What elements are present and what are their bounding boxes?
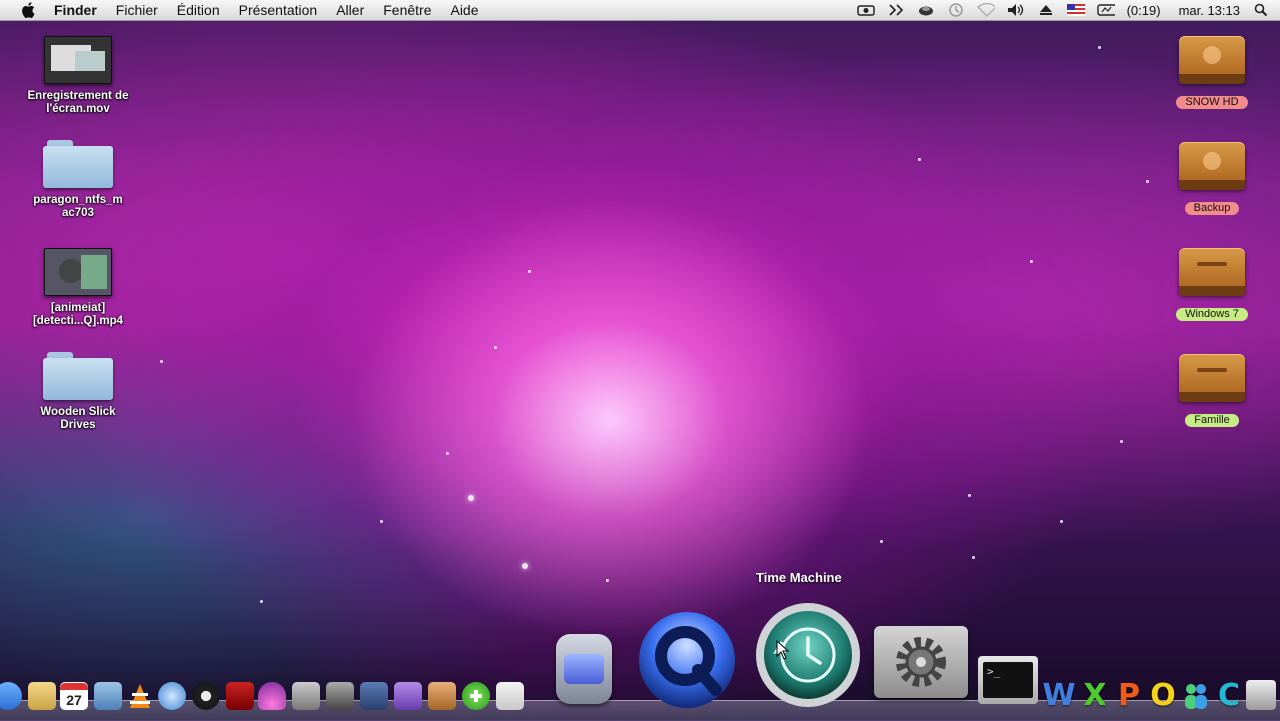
dock-calculator-icon[interactable] bbox=[360, 682, 388, 710]
dock-dvd-player-icon[interactable] bbox=[192, 682, 220, 710]
hard-drive-icon bbox=[1179, 142, 1245, 194]
drive-snow-hd[interactable]: SNOW HD bbox=[1157, 36, 1267, 110]
drive-windows-7[interactable]: Windows 7 bbox=[1157, 248, 1267, 322]
menu-fenetre[interactable]: Fenêtre bbox=[383, 2, 431, 18]
menu-edition[interactable]: Édition bbox=[177, 2, 220, 18]
wallpaper-star bbox=[160, 360, 163, 363]
dock-terminal-icon[interactable]: >_ bbox=[978, 656, 1038, 704]
camera-icon[interactable] bbox=[856, 3, 875, 17]
folder-icon bbox=[43, 140, 113, 188]
eject-icon[interactable] bbox=[1037, 3, 1055, 17]
time-machine-menu-icon[interactable] bbox=[947, 3, 965, 17]
wallpaper-star bbox=[528, 270, 531, 273]
dock-spaces-icon[interactable] bbox=[394, 682, 422, 710]
calendar-day: 27 bbox=[66, 691, 82, 708]
desktop-item-label: Enregistrement de l'écran.mov bbox=[27, 90, 129, 115]
desktop-item-screen-recording[interactable]: Enregistrement de l'écran.mov bbox=[23, 36, 133, 116]
dock-dashboard-icon[interactable] bbox=[556, 634, 612, 704]
wallpaper-star bbox=[1060, 520, 1063, 523]
wallpaper-star bbox=[1120, 440, 1123, 443]
menu-clock[interactable]: mar. 13:13 bbox=[1179, 3, 1240, 18]
wallpaper-star bbox=[918, 158, 921, 161]
dock-excel-icon[interactable]: X bbox=[1078, 678, 1112, 713]
wallpaper-star bbox=[1098, 46, 1101, 49]
apple-menu-icon[interactable] bbox=[18, 0, 38, 20]
dock-outlook-icon[interactable]: O bbox=[1146, 678, 1180, 713]
drive-backup[interactable]: Backup bbox=[1157, 142, 1267, 216]
menu-fichier[interactable]: Fichier bbox=[116, 2, 158, 18]
dock-vlc-icon[interactable] bbox=[126, 682, 154, 710]
menu-bar: Finder Fichier Édition Présentation Alle… bbox=[0, 0, 1280, 21]
cloud-icon[interactable] bbox=[917, 3, 935, 17]
dock-textedit-icon[interactable] bbox=[496, 682, 524, 710]
hard-drive-icon bbox=[1179, 36, 1245, 88]
dock-word-icon[interactable]: W bbox=[1042, 678, 1076, 713]
battery-icon[interactable] bbox=[1096, 3, 1115, 17]
wallpaper-star bbox=[1146, 180, 1149, 183]
dock-messenger-icon[interactable] bbox=[1180, 680, 1212, 712]
folder-icon bbox=[43, 352, 113, 400]
dock-photo-booth-cam-icon[interactable] bbox=[292, 682, 320, 710]
wallpaper-star bbox=[972, 556, 975, 559]
movie-thumbnail-icon bbox=[44, 248, 112, 296]
desktop-item-label: paragon_ntfs_m ac703 bbox=[33, 194, 123, 219]
menu-aller[interactable]: Aller bbox=[336, 2, 364, 18]
dock-add-icon[interactable] bbox=[462, 682, 490, 710]
desktop-item-label: [animeiat] [detecti...Q].mp4 bbox=[32, 302, 124, 327]
wallpaper-star bbox=[260, 600, 263, 603]
dock-itunes-icon[interactable] bbox=[158, 682, 186, 710]
wallpaper-star bbox=[1030, 260, 1033, 263]
dock-archive-icon[interactable] bbox=[428, 682, 456, 710]
dock-quicktime-icon[interactable] bbox=[634, 610, 740, 710]
menu-presentation[interactable]: Présentation bbox=[239, 2, 318, 18]
dock-time-machine-icon[interactable] bbox=[750, 602, 866, 708]
drive-famille[interactable]: Famille bbox=[1157, 354, 1267, 428]
desktop-item-label: Wooden Slick Drives bbox=[40, 406, 116, 431]
dock-tooltip: Time Machine bbox=[756, 570, 842, 585]
drive-label: Famille bbox=[1185, 414, 1239, 427]
dock-calendar-icon[interactable]: 27 bbox=[60, 682, 88, 710]
wallpaper-star bbox=[880, 540, 883, 543]
wallpaper-star bbox=[446, 452, 449, 455]
drive-label: SNOW HD bbox=[1176, 96, 1248, 109]
mouse-cursor-icon bbox=[776, 639, 790, 660]
movie-thumbnail-icon bbox=[44, 36, 112, 84]
battery-time: (0:19) bbox=[1126, 2, 1161, 18]
dock-communicator-icon[interactable]: C bbox=[1212, 678, 1246, 713]
drive-label: Windows 7 bbox=[1176, 308, 1248, 321]
spotlight-search-icon[interactable] bbox=[1252, 3, 1270, 17]
dock-front-row-icon[interactable] bbox=[258, 682, 286, 710]
wallpaper-star bbox=[606, 579, 609, 582]
wallpaper-star bbox=[380, 520, 383, 523]
us-flag-icon[interactable] bbox=[1066, 3, 1085, 17]
wallpaper-star bbox=[522, 563, 528, 569]
desktop-item-wooden-drives-folder[interactable]: Wooden Slick Drives bbox=[23, 352, 133, 432]
hard-drive-icon bbox=[1179, 354, 1245, 406]
dock-utility-icon[interactable] bbox=[1246, 680, 1276, 710]
menu-app-finder[interactable]: Finder bbox=[54, 2, 97, 18]
dock-imovie-icon[interactable] bbox=[326, 682, 354, 710]
desktop-item-anime-video[interactable]: [animeiat] [detecti...Q].mp4 bbox=[23, 248, 133, 328]
wallpaper-star bbox=[468, 495, 474, 501]
dock-notes-icon[interactable] bbox=[28, 682, 56, 710]
dock-photo-booth-icon[interactable] bbox=[226, 682, 254, 710]
dock-system-preferences-icon[interactable] bbox=[874, 626, 968, 698]
dock-preview-icon[interactable] bbox=[94, 682, 122, 710]
menu-aide[interactable]: Aide bbox=[450, 2, 478, 18]
wifi-icon[interactable] bbox=[976, 3, 995, 17]
hard-drive-icon bbox=[1179, 248, 1245, 300]
dock-powerpoint-icon[interactable]: P bbox=[1112, 678, 1146, 713]
desktop-item-paragon-folder[interactable]: paragon_ntfs_m ac703 bbox=[23, 140, 133, 220]
wallpaper-star bbox=[494, 346, 497, 349]
volume-icon[interactable] bbox=[1007, 3, 1025, 17]
drive-label: Backup bbox=[1184, 202, 1240, 215]
wallpaper-star bbox=[968, 494, 971, 497]
script-icon[interactable] bbox=[887, 3, 905, 17]
